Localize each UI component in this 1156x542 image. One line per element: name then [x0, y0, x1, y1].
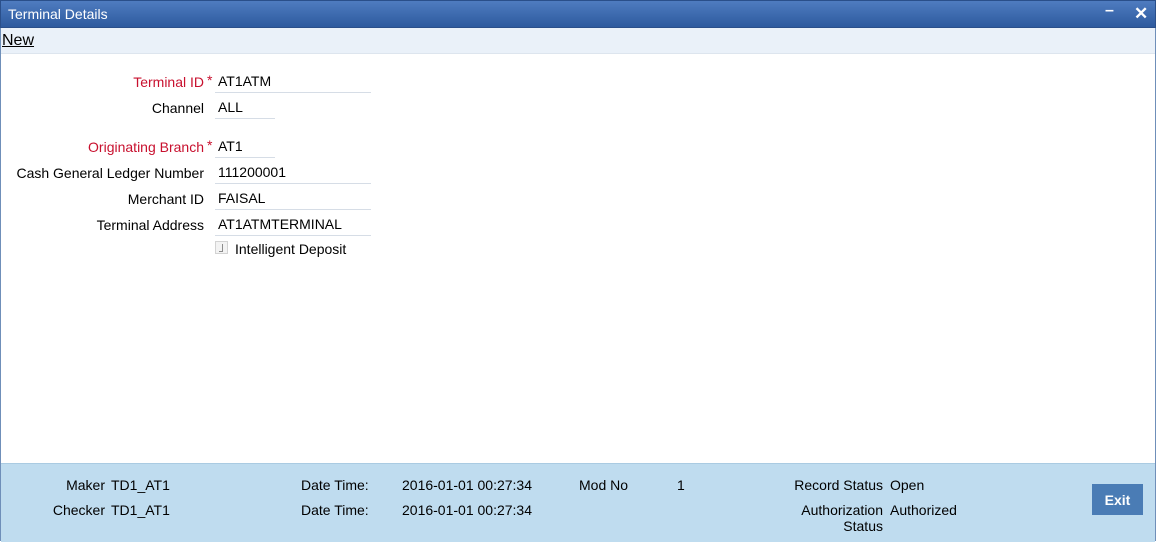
originating-branch-label: Originating Branch — [88, 139, 204, 155]
exit-button[interactable]: Exit — [1092, 484, 1143, 515]
maker-datetime-value: 2016-01-01 00:27:34 — [402, 477, 532, 493]
terminal-address-field[interactable] — [215, 212, 371, 236]
checker-datetime-label: Date Time: — [301, 502, 369, 518]
checker-datetime-value: 2016-01-01 00:27:34 — [402, 502, 532, 518]
channel-field[interactable] — [215, 95, 275, 119]
new-link[interactable]: New — [2, 32, 34, 50]
authorization-status-label-line1: Authorization — [801, 502, 883, 518]
toolbar: New — [1, 28, 1155, 54]
audit-footer: Maker TD1_AT1 Checker TD1_AT1 Date Time:… — [1, 463, 1155, 542]
terminal-id-label: Terminal ID — [133, 74, 204, 90]
minimize-icon[interactable]: – — [1105, 2, 1114, 20]
maker-value: TD1_AT1 — [111, 477, 170, 493]
merchant-id-field[interactable] — [215, 186, 371, 210]
maker-datetime-label: Date Time: — [301, 477, 369, 493]
mod-no-label: Mod No — [579, 477, 629, 493]
intelligent-deposit-label: Intelligent Deposit — [235, 241, 347, 257]
window-titlebar: Terminal Details – ✕ — [0, 0, 1156, 28]
authorization-status-label-line2: Status — [843, 518, 883, 534]
maker-label: Maker — [66, 477, 105, 493]
terminal-id-required-marker: * — [207, 72, 213, 88]
cash-gl-number-label: Cash General Ledger Number — [16, 165, 204, 181]
merchant-id-label: Merchant ID — [127, 191, 204, 207]
record-status-value: Open — [890, 477, 925, 493]
intelligent-deposit-checkbox[interactable] — [215, 241, 228, 254]
originating-branch-field[interactable] — [215, 134, 275, 158]
originating-branch-required-marker: * — [207, 137, 213, 153]
record-status-label: Record Status — [794, 477, 883, 493]
authorization-status-value: Authorized — [890, 502, 957, 518]
checker-value: TD1_AT1 — [111, 502, 170, 518]
terminal-address-label: Terminal Address — [96, 217, 204, 233]
window-title: Terminal Details — [8, 6, 108, 22]
mod-no-value: 1 — [677, 477, 685, 493]
close-icon[interactable]: ✕ — [1134, 4, 1148, 24]
channel-label: Channel — [151, 100, 204, 116]
checker-label: Checker — [52, 502, 105, 518]
cash-gl-number-field[interactable] — [215, 160, 371, 184]
terminal-id-field[interactable] — [215, 69, 371, 93]
